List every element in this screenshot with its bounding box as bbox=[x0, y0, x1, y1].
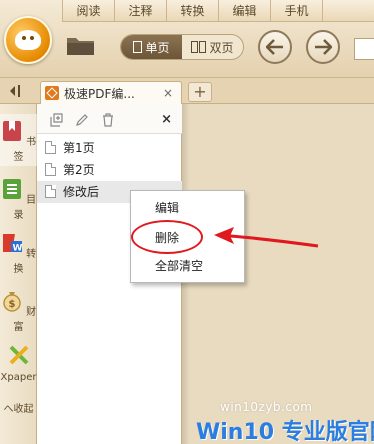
bookmark-label: 修改后 bbox=[63, 185, 100, 199]
double-page-label: 双页 bbox=[209, 40, 234, 55]
collapse-label: へ收起 bbox=[3, 404, 34, 415]
rail-convert[interactable]: W 转换 bbox=[0, 232, 37, 275]
context-clear-all[interactable]: 全部清空 bbox=[131, 255, 244, 277]
rail-collapse[interactable]: へ收起 bbox=[0, 400, 37, 415]
rail-bookmarks[interactable]: 书签 bbox=[0, 114, 37, 166]
arrow-right-icon bbox=[315, 39, 332, 55]
outline-icon bbox=[2, 179, 21, 199]
tab-close-icon[interactable]: × bbox=[163, 86, 173, 100]
pdf-app-icon bbox=[45, 86, 59, 100]
money-bag-icon: $ bbox=[3, 292, 21, 312]
bookmark-item[interactable]: 第1页 bbox=[37, 137, 182, 159]
open-folder-icon[interactable] bbox=[66, 34, 96, 56]
menu-extra[interactable] bbox=[322, 0, 374, 22]
collapse-sidebar-icon[interactable] bbox=[8, 84, 24, 98]
document-tab[interactable]: 极速PDF编... × bbox=[40, 81, 182, 104]
page-icon bbox=[45, 163, 56, 176]
page-number-input[interactable] bbox=[354, 38, 374, 60]
edit-bookmark-icon[interactable] bbox=[75, 113, 89, 127]
double-page-button[interactable]: 双页 bbox=[182, 35, 243, 59]
next-page-button[interactable] bbox=[306, 30, 340, 64]
svg-text:W: W bbox=[12, 244, 22, 254]
highlight-ring bbox=[131, 220, 203, 254]
new-tab-button[interactable]: + bbox=[188, 82, 212, 102]
delete-bookmark-icon[interactable] bbox=[101, 113, 115, 127]
double-page-icon bbox=[191, 41, 207, 53]
logo-face bbox=[15, 30, 41, 50]
bookmark-toolbar: × bbox=[37, 104, 182, 134]
single-page-icon bbox=[133, 41, 143, 53]
top-toolbar: 阅读 注释 转换 编辑 手机 单页 双页 bbox=[0, 0, 374, 78]
convert-icon: W bbox=[2, 234, 22, 254]
red-arrow-icon bbox=[214, 227, 319, 248]
document-tab-label: 极速PDF编... bbox=[64, 86, 135, 101]
menu-annotate[interactable]: 注释 bbox=[114, 0, 166, 22]
arrow-left-icon bbox=[266, 39, 283, 55]
watermark-url: win10zyb.com bbox=[220, 400, 313, 414]
bookmark-item[interactable]: 第2页 bbox=[37, 159, 182, 181]
menu-read[interactable]: 阅读 bbox=[62, 0, 114, 22]
menu-convert[interactable]: 转换 bbox=[166, 0, 218, 22]
rail-wealth[interactable]: $ 财富 bbox=[0, 290, 37, 333]
view-mode-group: 单页 双页 bbox=[120, 34, 244, 60]
bookmark-icon bbox=[2, 121, 21, 141]
app-logo[interactable] bbox=[4, 16, 52, 64]
bookmark-label: 第1页 bbox=[63, 141, 95, 155]
menu-edit[interactable]: 编辑 bbox=[218, 0, 270, 22]
left-rail: 书签 目录 W 转换 $ 财富 Xpaper へ收起 bbox=[0, 104, 37, 444]
watermark: win10zyb.com Win10 专业版官网 bbox=[196, 400, 374, 444]
single-page-label: 单页 bbox=[145, 40, 170, 55]
xpaper-icon bbox=[9, 345, 28, 365]
prev-page-button[interactable] bbox=[258, 30, 292, 64]
single-page-button[interactable]: 单页 bbox=[121, 35, 182, 59]
svg-text:$: $ bbox=[8, 299, 15, 310]
watermark-title: Win10 专业版官网 bbox=[196, 420, 374, 444]
page-icon bbox=[45, 141, 56, 154]
menu-mobile[interactable]: 手机 bbox=[270, 0, 322, 22]
rail-outline[interactable]: 目录 bbox=[0, 178, 37, 221]
menu-strip: 阅读 注释 转换 编辑 手机 bbox=[62, 0, 374, 22]
page-icon bbox=[45, 185, 56, 198]
panel-close-icon[interactable]: × bbox=[161, 112, 172, 127]
tab-bar: 极速PDF编... × + bbox=[0, 78, 374, 104]
context-edit[interactable]: 编辑 bbox=[131, 197, 244, 219]
add-bookmark-icon[interactable] bbox=[49, 113, 63, 127]
bookmark-label: 第2页 bbox=[63, 163, 95, 177]
rail-xpaper[interactable]: Xpaper bbox=[0, 344, 37, 383]
rail-label: Xpaper bbox=[0, 372, 37, 383]
